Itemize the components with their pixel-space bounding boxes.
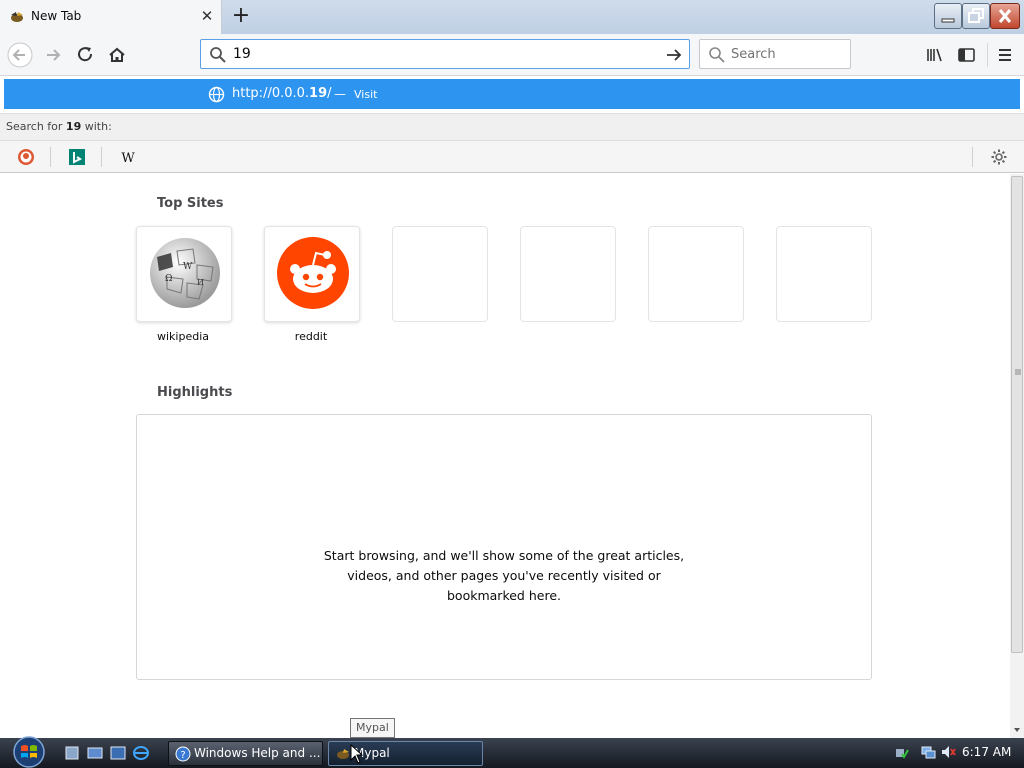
search-for-label: Search for 19 with: xyxy=(6,120,112,133)
bing-icon[interactable] xyxy=(68,148,86,166)
svg-text:W: W xyxy=(121,151,135,166)
taskbar xyxy=(0,738,1024,768)
safely-remove-hardware-icon[interactable] xyxy=(893,744,909,760)
start-button-icon[interactable] xyxy=(8,736,50,768)
grip-icon xyxy=(1015,369,1021,375)
restore-button[interactable] xyxy=(962,3,990,29)
restore-icon xyxy=(968,8,984,23)
close-tab-icon[interactable]: ✕ xyxy=(198,7,216,25)
forward-icon[interactable] xyxy=(40,42,66,68)
reload-icon[interactable] xyxy=(72,42,98,68)
top-site-tile-empty xyxy=(520,226,616,322)
url-suggestion-row[interactable]: http://0.0.0.19/ — Visit xyxy=(4,79,1020,109)
top-site-tile-reddit[interactable] xyxy=(264,226,360,322)
volume-muted-icon[interactable] xyxy=(940,744,956,760)
search-for-header: Search for 19 with: xyxy=(0,113,1024,140)
show-desktop-icon[interactable] xyxy=(63,744,81,762)
taskbar-item-label: Windows Help and ... xyxy=(194,746,321,760)
globe-icon xyxy=(208,86,225,103)
tab-title: New Tab xyxy=(31,9,82,23)
mouse-cursor-icon xyxy=(350,744,364,764)
engine-divider xyxy=(972,147,973,167)
new-tab-button[interactable]: + xyxy=(228,4,254,30)
svg-text:Ω: Ω xyxy=(165,274,172,284)
reddit-icon xyxy=(277,237,349,309)
media-icon[interactable] xyxy=(109,744,127,762)
go-arrow-icon[interactable] xyxy=(665,46,683,64)
top-site-tile-empty xyxy=(392,226,488,322)
search-icon xyxy=(709,47,725,63)
wikipedia-globe-icon: W Ω И xyxy=(150,238,220,308)
sidebar-icon[interactable] xyxy=(953,42,979,68)
suggestion-url: http://0.0.0.19/ xyxy=(232,86,332,101)
one-off-search-engines: W xyxy=(0,140,1024,173)
url-bar[interactable]: 19 xyxy=(200,39,690,69)
svg-text:И: И xyxy=(197,278,204,287)
mypal-icon xyxy=(11,12,23,22)
navigation-toolbar: 19 Search xyxy=(0,34,1024,76)
taskbar-tooltip: Mypal xyxy=(350,718,395,738)
close-icon xyxy=(998,9,1012,23)
engine-divider xyxy=(101,147,102,167)
suggestion-separator: — xyxy=(334,87,346,101)
highlights-title: Highlights xyxy=(157,385,233,400)
gear-icon[interactable] xyxy=(990,148,1008,166)
internet-explorer-icon[interactable] xyxy=(132,744,150,762)
top-sites-title: Top Sites xyxy=(157,196,224,211)
home-icon[interactable] xyxy=(104,42,130,68)
mypal-icon xyxy=(337,749,349,759)
minimize-icon xyxy=(941,18,955,23)
taskbar-item-help[interactable]: ? Windows Help and ... xyxy=(168,741,323,766)
top-site-tile-empty xyxy=(648,226,744,322)
duckduckgo-icon[interactable] xyxy=(17,148,35,166)
highlights-empty-message: Start browsing, and we'll show some of t… xyxy=(323,548,685,603)
top-site-label: reddit xyxy=(294,330,328,343)
engine-divider xyxy=(50,147,51,167)
scroll-down-arrow-icon[interactable] xyxy=(1012,726,1022,734)
top-site-tile-wikipedia[interactable]: W Ω И xyxy=(136,226,232,322)
taskbar-clock[interactable]: 6:17 AM xyxy=(962,745,1011,759)
help-icon: ? xyxy=(175,746,191,762)
network-icon[interactable] xyxy=(920,744,936,760)
top-site-label: wikipedia xyxy=(156,330,209,343)
search-bar[interactable]: Search xyxy=(699,39,851,69)
library-icon[interactable] xyxy=(922,42,948,68)
scrollbar-thumb[interactable] xyxy=(1011,176,1023,653)
wikipedia-icon[interactable]: W xyxy=(119,148,137,166)
svg-text:?: ? xyxy=(180,750,185,761)
close-window-button[interactable] xyxy=(990,3,1020,29)
minimize-button[interactable] xyxy=(934,3,962,29)
menu-icon[interactable] xyxy=(992,42,1018,68)
search-placeholder: Search xyxy=(731,47,776,62)
url-input[interactable]: 19 xyxy=(233,46,251,62)
svg-text:W: W xyxy=(183,262,193,272)
search-icon xyxy=(210,47,226,63)
switch-windows-icon[interactable] xyxy=(86,744,104,762)
toolbar-divider xyxy=(987,43,988,67)
suggestion-action: Visit xyxy=(354,88,378,101)
back-icon[interactable] xyxy=(7,42,33,68)
top-site-tile-empty xyxy=(776,226,872,322)
tab-new-tab[interactable]: New Tab ✕ xyxy=(0,0,222,34)
